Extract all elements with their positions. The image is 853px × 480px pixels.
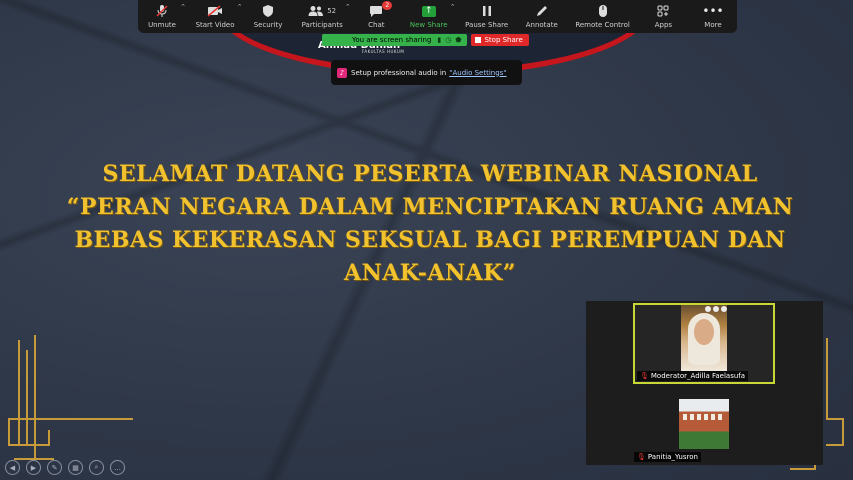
pause-share-button[interactable]: Pause Share [465,0,508,33]
start-video-label: Start Video [195,21,235,29]
chevron-up-icon[interactable]: ⌃ [345,3,351,11]
chevron-up-icon[interactable]: ⌃ [180,3,186,11]
slide-title: SELAMAT DATANG PESERTA WEBINAR NASIONAL … [40,158,820,290]
more-options-icon[interactable]: … [110,460,125,475]
video-gallery-panel: 🎙︎ Moderator_Adilla Faelasufa 🎙︎ Panitia… [586,301,823,465]
participant-name-tag: 🎙︎ Panitia_Yusron [634,452,701,462]
pen-icon[interactable]: ✎ [47,460,62,475]
unmute-button[interactable]: ⌃ Unmute [146,0,186,33]
remote-control-label: Remote Control [575,21,630,29]
remote-control-button[interactable]: Remote Control [575,0,630,33]
start-video-button[interactable]: ⌃ Start Video [195,0,243,33]
participants-button[interactable]: 52 ⌃ Participants [301,0,351,33]
shield-small-icon[interactable]: ⬟ [455,34,461,46]
chat-button[interactable]: 2 Chat [360,0,393,33]
security-label: Security [253,21,283,29]
stop-icon [475,37,482,43]
chat-icon [369,4,383,18]
mic-muted-icon: 🎙︎ [640,372,649,380]
security-button[interactable]: Security [252,0,284,33]
new-share-button[interactable]: ↑ ⌃ New Share [409,0,456,33]
new-share-label: New Share [409,21,448,29]
apps-label: Apps [654,21,673,29]
stop-share-label: Stop Share [484,36,523,44]
slide-title-line-4: ANAK-ANAK” [344,260,516,286]
slide-title-line-3: BEBAS KEKERASAN SEKSUAL BAGI PEREMPUAN D… [74,227,786,253]
participants-icon: 52 [308,4,336,18]
pause-icon [482,4,492,18]
slide-title-line-2: “PERAN NEGARA DALAM MENCIPTAKAN RUANG AM… [66,194,794,220]
meeting-toolbar: ⌃ Unmute ⌃ Start Video Security 52 ⌃ Par… [138,0,737,33]
participants-label: Participants [301,21,343,29]
pill-icons: ▮ ◷ ⬟ [437,34,461,46]
participant-count: 52 [327,7,337,15]
chat-unread-badge: 2 [382,1,393,10]
slide-navigation: ◀ ▶ ✎ ▦ ⌕ … [5,460,125,475]
video-person-face [694,319,714,345]
participant-name-tag: 🎙︎ Moderator_Adilla Faelasufa [637,371,749,381]
screen-share-bar: You are screen sharing ▮ ◷ ⬟ Stop Share [322,34,529,46]
building-windows [683,414,725,420]
slides-icon[interactable]: ▦ [68,460,83,475]
sharing-status-text: You are screen sharing [352,36,432,44]
shield-icon [262,4,274,18]
participant-name: Panitia_Yusron [647,453,698,461]
chat-label: Chat [368,21,385,29]
chevron-up-icon[interactable]: ⌃ [237,3,243,11]
share-icon-wrap: ↑ [421,4,436,18]
pause-share-label: Pause Share [465,21,509,29]
tile-option-icon [721,306,727,312]
zoom-icon[interactable]: ⌕ [89,460,104,475]
stop-share-button[interactable]: Stop Share [471,34,529,46]
pencil-icon [536,4,548,18]
share-arrow-icon: ↑ [421,5,436,17]
tile-option-icon [705,306,711,312]
audio-settings-link[interactable]: "Audio Settings" [449,69,506,77]
previous-icon[interactable]: ◀ [5,460,20,475]
mic-muted-icon [155,4,169,18]
participant-video-feed-yusron[interactable] [679,399,729,449]
participant-name: Moderator_Adilla Faelasufa [650,372,746,380]
tile-control-icons[interactable] [705,306,727,312]
annotate-label: Annotate [525,21,558,29]
slide-title-line-1: SELAMAT DATANG PESERTA WEBINAR NASIONAL [102,161,758,187]
clock-icon[interactable]: ◷ [445,34,451,46]
more-icon: ••• [702,4,724,18]
next-icon[interactable]: ▶ [26,460,41,475]
unmute-label: Unmute [148,21,176,29]
mouse-icon [598,4,608,18]
participant-video-feed [681,305,727,371]
chevron-up-icon[interactable]: ⌃ [450,3,456,11]
pin-icon[interactable]: ▮ [437,34,441,46]
participant-tile-moderator[interactable]: 🎙︎ Moderator_Adilla Faelasufa [633,303,775,384]
apps-button[interactable]: Apps [647,0,679,33]
video-off-icon [207,4,223,18]
mic-muted-icon: 🎙︎ [637,453,646,461]
audio-settings-tip: ♪ Setup professional audio in "Audio Set… [331,60,522,85]
sharing-status-pill[interactable]: You are screen sharing ▮ ◷ ⬟ [322,34,468,46]
more-button[interactable]: ••• More [697,0,729,33]
audio-tip-text: Setup professional audio in [351,68,447,77]
annotate-button[interactable]: Annotate [526,0,558,33]
tile-option-icon [713,306,719,312]
banner-subtitle: FAKULTAS HUKUM [362,49,405,54]
more-label: More [704,21,722,29]
apps-icon [657,4,669,18]
music-note-icon: ♪ [337,67,347,78]
